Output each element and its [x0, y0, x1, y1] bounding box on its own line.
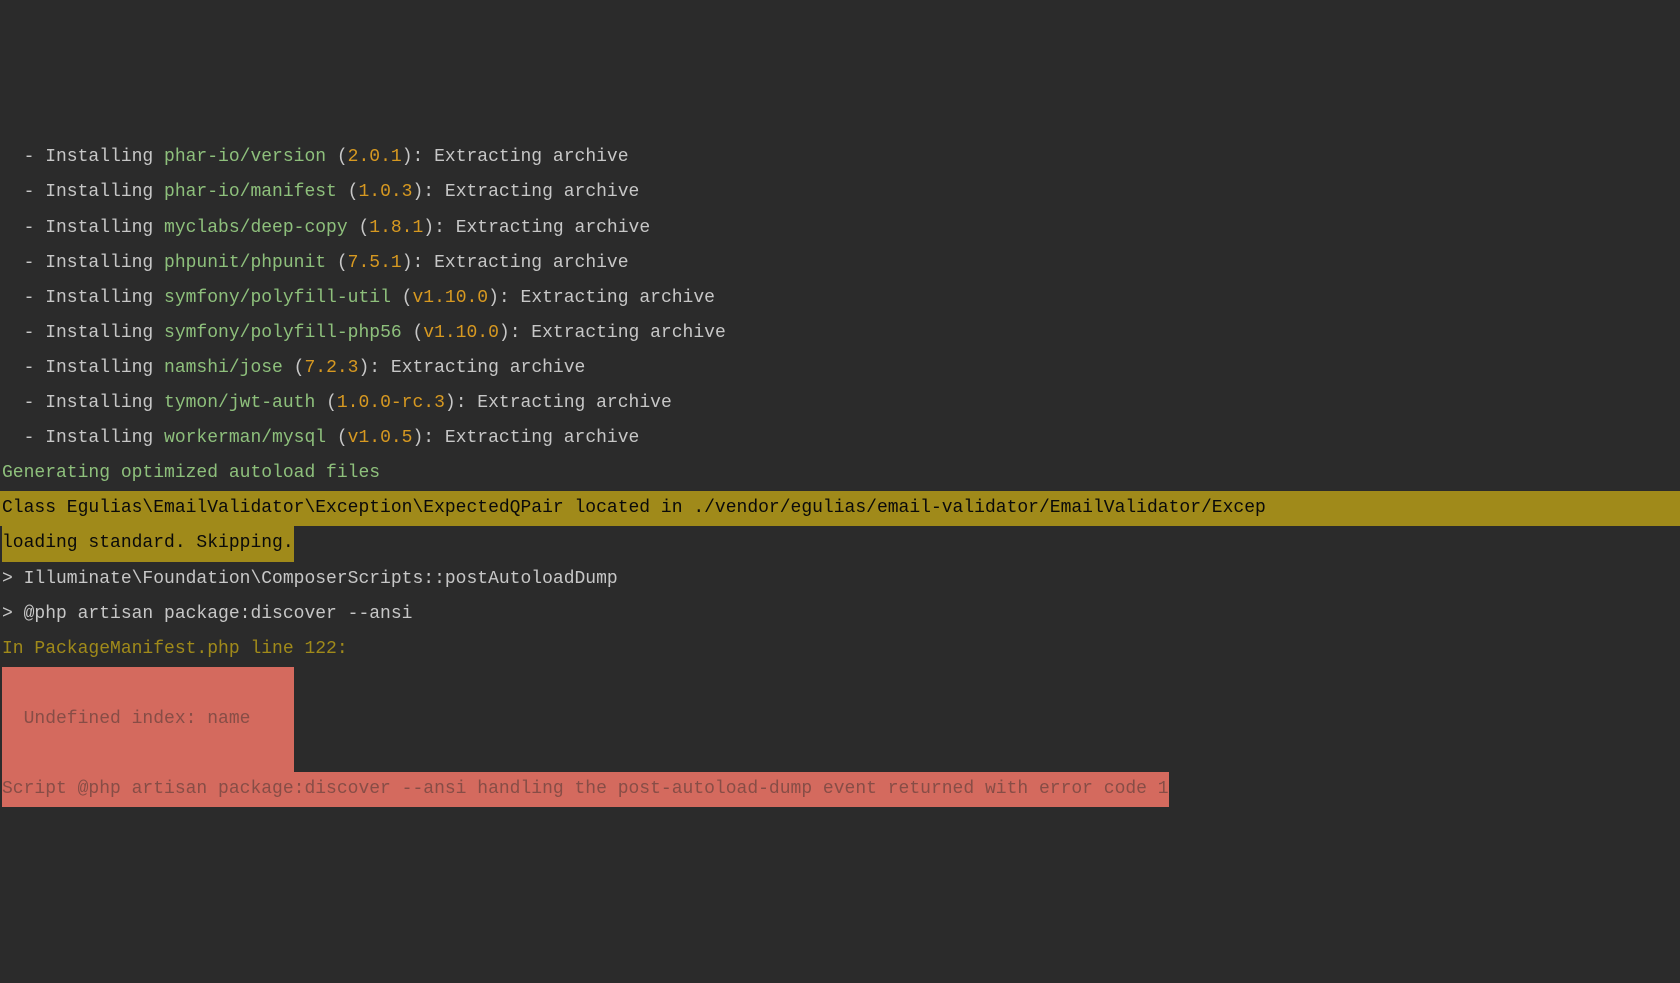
package-name: phar-io/manifest: [164, 182, 337, 202]
error-box-line: [0, 737, 1680, 772]
package-name: workerman/mysql: [164, 428, 326, 448]
final-error-text: Script @php artisan package:discover --a…: [2, 772, 1169, 807]
package-name: phar-io/version: [164, 147, 326, 167]
package-name: tymon/jwt-auth: [164, 393, 315, 413]
install-line: - Installing phar-io/version (2.0.1): Ex…: [0, 140, 1680, 175]
package-version: v1.0.5: [348, 428, 413, 448]
install-line: - Installing workerman/mysql (v1.0.5): E…: [0, 421, 1680, 456]
error-location: In PackageManifest.php line 122:: [0, 632, 1680, 667]
package-version: v1.10.0: [423, 323, 499, 343]
package-version: 2.0.1: [348, 147, 402, 167]
error-box-pad: [2, 667, 294, 702]
package-version: v1.10.0: [412, 288, 488, 308]
psr4-warning-line: loading standard. Skipping.: [0, 526, 1680, 561]
package-name: myclabs/deep-copy: [164, 218, 348, 238]
install-line: - Installing namshi/jose (7.2.3): Extrac…: [0, 351, 1680, 386]
install-line: - Installing tymon/jwt-auth (1.0.0-rc.3)…: [0, 386, 1680, 421]
final-error-line: Script @php artisan package:discover --a…: [0, 772, 1680, 807]
install-line: - Installing myclabs/deep-copy (1.8.1): …: [0, 211, 1680, 246]
package-version: 1.0.0-rc.3: [337, 393, 445, 413]
error-box-line: [0, 667, 1680, 702]
package-name: symfony/polyfill-util: [164, 288, 391, 308]
error-box-pad: [2, 737, 294, 772]
terminal-output: - Installing phar-io/version (2.0.1): Ex…: [0, 140, 1680, 807]
package-version: 7.5.1: [348, 253, 402, 273]
error-box-line: Undefined index: name: [0, 702, 1680, 737]
package-version: 7.2.3: [304, 358, 358, 378]
install-line: - Installing symfony/polyfill-util (v1.1…: [0, 281, 1680, 316]
script-line: > @php artisan package:discover --ansi: [0, 597, 1680, 632]
generating-line: Generating optimized autoload files: [0, 456, 1680, 491]
error-message: Undefined index: name: [2, 702, 294, 737]
package-version: 1.0.3: [358, 182, 412, 202]
script-line: > Illuminate\Foundation\ComposerScripts:…: [0, 562, 1680, 597]
package-name: namshi/jose: [164, 358, 283, 378]
package-version: 1.8.1: [369, 218, 423, 238]
psr4-warning-line: Class Egulias\EmailValidator\Exception\E…: [0, 491, 1680, 526]
install-line: - Installing phar-io/manifest (1.0.3): E…: [0, 175, 1680, 210]
install-line: - Installing symfony/polyfill-php56 (v1.…: [0, 316, 1680, 351]
package-name: phpunit/phpunit: [164, 253, 326, 273]
package-name: symfony/polyfill-php56: [164, 323, 402, 343]
install-line: - Installing phpunit/phpunit (7.5.1): Ex…: [0, 246, 1680, 281]
